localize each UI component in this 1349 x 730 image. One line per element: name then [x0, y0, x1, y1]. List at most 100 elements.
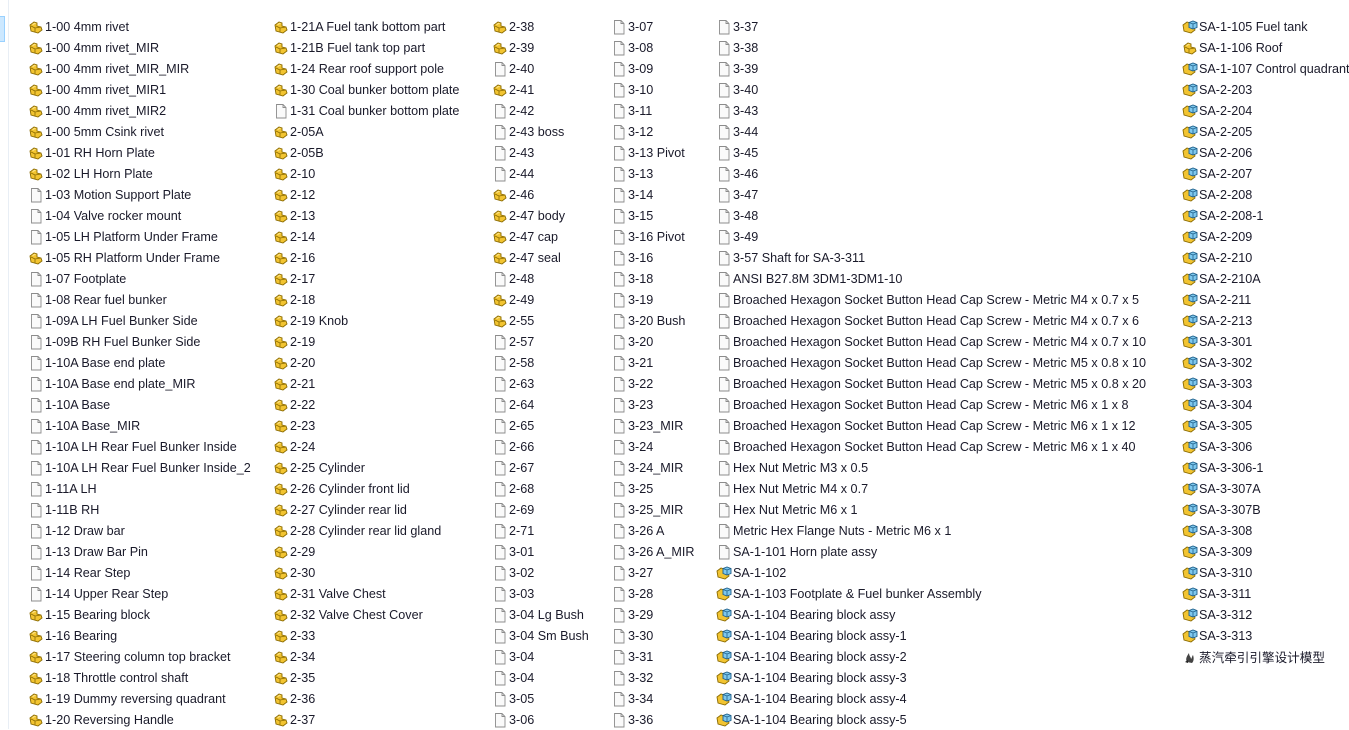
file-item[interactable]: 蒸汽牵引引擎设计模型 [1182, 646, 1349, 667]
file-item[interactable]: 2-42 [492, 100, 589, 121]
file-item[interactable]: 1-02 LH Horn Plate [28, 163, 251, 184]
file-item[interactable]: Broached Hexagon Socket Button Head Cap … [716, 373, 1146, 394]
file-item[interactable]: 3-18 [611, 268, 695, 289]
file-item[interactable]: Broached Hexagon Socket Button Head Cap … [716, 436, 1146, 457]
file-item[interactable]: 2-55 [492, 310, 589, 331]
file-item[interactable]: 2-47 seal [492, 247, 589, 268]
file-item[interactable]: 1-14 Rear Step [28, 562, 251, 583]
file-item[interactable]: 1-04 Valve rocker mount [28, 205, 251, 226]
file-item[interactable]: SA-3-312 [1182, 604, 1349, 625]
file-item[interactable]: SA-3-313 [1182, 625, 1349, 646]
file-item[interactable]: 1-31 Coal bunker bottom plate [273, 100, 459, 121]
file-item[interactable]: 2-43 [492, 142, 589, 163]
file-item[interactable]: SA-2-205 [1182, 121, 1349, 142]
file-item[interactable]: SA-3-307A [1182, 478, 1349, 499]
file-item[interactable]: 3-38 [716, 37, 1146, 58]
file-item[interactable]: 3-30 [611, 625, 695, 646]
file-item[interactable]: 2-19 [273, 331, 459, 352]
file-item[interactable]: 2-05B [273, 142, 459, 163]
file-item[interactable]: 3-49 [716, 226, 1146, 247]
file-item[interactable]: 2-66 [492, 436, 589, 457]
file-item[interactable]: 1-05 LH Platform Under Frame [28, 226, 251, 247]
file-item[interactable]: 3-08 [611, 37, 695, 58]
file-item[interactable]: 3-37 [716, 16, 1146, 37]
file-item[interactable]: Hex Nut Metric M6 x 1 [716, 499, 1146, 520]
file-item[interactable]: 1-00 4mm rivet [28, 16, 251, 37]
file-item[interactable]: 1-05 RH Platform Under Frame [28, 247, 251, 268]
file-item[interactable]: SA-2-203 [1182, 79, 1349, 100]
file-item[interactable]: SA-3-311 [1182, 583, 1349, 604]
file-item[interactable]: SA-3-303 [1182, 373, 1349, 394]
file-item[interactable]: 2-23 [273, 415, 459, 436]
file-item[interactable]: 1-24 Rear roof support pole [273, 58, 459, 79]
file-item[interactable]: 1-00 4mm rivet_MIR [28, 37, 251, 58]
file-item[interactable]: 2-43 boss [492, 121, 589, 142]
file-item[interactable]: 2-24 [273, 436, 459, 457]
file-item[interactable]: 3-15 [611, 205, 695, 226]
file-item[interactable]: SA-1-105 Fuel tank [1182, 16, 1349, 37]
navigation-pane[interactable] [0, 0, 9, 729]
file-item[interactable]: 2-41 [492, 79, 589, 100]
file-item[interactable]: SA-1-104 Bearing block assy-4 [716, 688, 1146, 709]
file-item[interactable]: 3-27 [611, 562, 695, 583]
file-item[interactable]: 3-39 [716, 58, 1146, 79]
file-item[interactable]: 2-26 Cylinder front lid [273, 478, 459, 499]
file-item[interactable]: SA-3-307B [1182, 499, 1349, 520]
file-item[interactable]: 1-11A LH [28, 478, 251, 499]
file-item[interactable]: Hex Nut Metric M3 x 0.5 [716, 457, 1146, 478]
file-item[interactable]: 1-10A Base end plate [28, 352, 251, 373]
file-item[interactable]: 3-31 [611, 646, 695, 667]
file-item[interactable]: SA-1-107 Control quadrant [1182, 58, 1349, 79]
file-item[interactable]: SA-2-208-1 [1182, 205, 1349, 226]
file-item[interactable]: SA-3-306-1 [1182, 457, 1349, 478]
file-item[interactable]: 1-14 Upper Rear Step [28, 583, 251, 604]
file-item[interactable]: 3-04 Sm Bush [492, 625, 589, 646]
file-item[interactable]: 3-16 Pivot [611, 226, 695, 247]
file-item[interactable]: SA-2-208 [1182, 184, 1349, 205]
file-item[interactable]: SA-1-106 Roof [1182, 37, 1349, 58]
file-item[interactable]: 3-16 [611, 247, 695, 268]
file-item[interactable]: 2-48 [492, 268, 589, 289]
file-item[interactable]: 3-13 [611, 163, 695, 184]
file-item[interactable]: SA-1-104 Bearing block assy-2 [716, 646, 1146, 667]
file-item[interactable]: 3-32 [611, 667, 695, 688]
file-item[interactable]: 2-65 [492, 415, 589, 436]
file-item[interactable]: 2-67 [492, 457, 589, 478]
file-item[interactable]: 2-20 [273, 352, 459, 373]
file-item[interactable]: 3-14 [611, 184, 695, 205]
file-item[interactable]: 2-12 [273, 184, 459, 205]
file-item[interactable]: 2-44 [492, 163, 589, 184]
file-item[interactable]: 2-58 [492, 352, 589, 373]
file-item[interactable]: 3-05 [492, 688, 589, 709]
file-item[interactable]: 1-19 Dummy reversing quadrant [28, 688, 251, 709]
file-item[interactable]: 3-44 [716, 121, 1146, 142]
file-item[interactable]: 3-25_MIR [611, 499, 695, 520]
file-item[interactable]: 2-18 [273, 289, 459, 310]
file-item[interactable]: 2-34 [273, 646, 459, 667]
file-item[interactable]: 1-10A LH Rear Fuel Bunker Inside_2 [28, 457, 251, 478]
file-item[interactable]: 3-03 [492, 583, 589, 604]
file-item[interactable]: SA-1-104 Bearing block assy-1 [716, 625, 1146, 646]
file-item[interactable]: 2-25 Cylinder [273, 457, 459, 478]
file-item[interactable]: 3-06 [492, 709, 589, 730]
file-item[interactable]: SA-1-103 Footplate & Fuel bunker Assembl… [716, 583, 1146, 604]
file-item[interactable]: 2-21 [273, 373, 459, 394]
file-item[interactable]: 3-24_MIR [611, 457, 695, 478]
file-item[interactable]: 2-57 [492, 331, 589, 352]
file-item[interactable]: 2-10 [273, 163, 459, 184]
file-item[interactable]: 2-37 [273, 709, 459, 730]
file-item[interactable]: SA-1-101 Horn plate assy [716, 541, 1146, 562]
file-item[interactable]: 3-26 A_MIR [611, 541, 695, 562]
file-item[interactable]: SA-2-204 [1182, 100, 1349, 121]
file-item[interactable]: ANSI B27.8M 3DM1-3DM1-10 [716, 268, 1146, 289]
file-item[interactable]: 1-00 4mm rivet_MIR2 [28, 100, 251, 121]
file-item[interactable]: SA-3-306 [1182, 436, 1349, 457]
file-item[interactable]: 1-10A LH Rear Fuel Bunker Inside [28, 436, 251, 457]
file-item[interactable]: 1-00 4mm rivet_MIR1 [28, 79, 251, 100]
file-item[interactable]: SA-2-206 [1182, 142, 1349, 163]
file-item[interactable]: SA-1-104 Bearing block assy-5 [716, 709, 1146, 730]
file-item[interactable]: 3-13 Pivot [611, 142, 695, 163]
file-item[interactable]: SA-1-104 Bearing block assy-3 [716, 667, 1146, 688]
file-item[interactable]: 3-04 [492, 646, 589, 667]
file-item[interactable]: SA-2-207 [1182, 163, 1349, 184]
